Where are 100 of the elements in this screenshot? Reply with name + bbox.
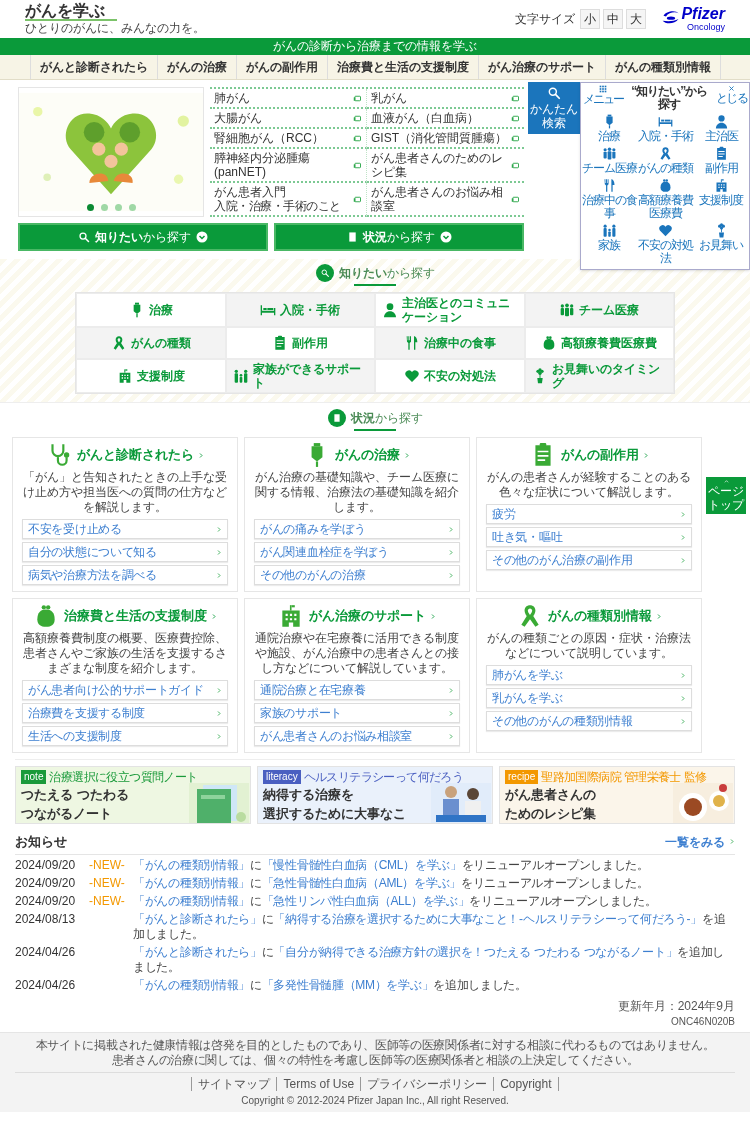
topic-link[interactable]: 家族ができるサポート xyxy=(225,359,375,393)
font-size-button[interactable]: 中 xyxy=(603,9,624,29)
quick-search-link[interactable]: 治療 xyxy=(581,114,637,143)
site-logo[interactable]: がんを学ぶ xyxy=(25,2,117,21)
font-size-button[interactable]: 小 xyxy=(580,9,601,29)
nav-link[interactable]: 治療費と生活の支援制度 xyxy=(327,55,479,79)
quick-search-link[interactable]: 治療中の食事 xyxy=(581,178,637,220)
topic-link[interactable]: 支援制度 xyxy=(76,359,226,393)
search-button[interactable]: 知りたいから探す xyxy=(18,223,268,251)
card-title-link[interactable]: がんと診断されたら xyxy=(77,445,204,465)
cancer-type-link[interactable]: がん患者さんのお悩み相談室 xyxy=(367,183,524,217)
news-link[interactable]: 「納得する治療を選択するために大事なこと！-ヘルスリテラシーって何だろう-」 xyxy=(273,911,702,926)
card-link[interactable]: 吐き気・嘔吐 xyxy=(486,527,692,547)
cancer-type-link[interactable]: がん患者入門 入院・治療・手術のこと xyxy=(210,183,367,217)
card-link[interactable]: その他のがんの種類別情報 xyxy=(486,711,692,731)
card-link[interactable]: 生活への支援制度 xyxy=(22,726,228,746)
footer-link[interactable]: サイトマップ xyxy=(192,1076,278,1091)
cancer-type-link[interactable]: 血液がん（白血病） xyxy=(367,109,524,129)
new-label: -NEW- xyxy=(89,857,125,872)
news-link[interactable]: 「がんの種類別情報」 xyxy=(133,857,250,872)
news-link[interactable]: 「がんの種類別情報」 xyxy=(133,893,250,908)
card-link[interactable]: その他のがん治療の副作用 xyxy=(486,550,692,570)
card-link[interactable]: 病気や治療方法を調べる xyxy=(22,565,228,585)
cancer-type-link[interactable]: 肺がん xyxy=(210,89,367,109)
topic-link[interactable]: 入院・手術 xyxy=(225,293,375,327)
card-link[interactable]: 乳がんを学ぶ xyxy=(486,688,692,708)
news-link[interactable]: 「がんの種類別情報」 xyxy=(133,875,250,890)
banner-title: つたえる つたわる xyxy=(21,786,129,804)
close-button[interactable]: とじる xyxy=(715,85,747,105)
topic-link[interactable]: 治療中の食事 xyxy=(375,327,525,359)
nav-link[interactable]: がん治療のサポート xyxy=(478,55,606,79)
topic-link[interactable]: 副作用 xyxy=(225,327,375,359)
page-top-button[interactable]: ページトップ xyxy=(706,477,746,514)
quick-search-link[interactable]: がんの種類 xyxy=(637,146,693,175)
quick-search-link[interactable]: お見舞い xyxy=(693,223,749,265)
font-size-button[interactable]: 大 xyxy=(626,9,647,29)
news-link[interactable]: 「多発性骨髄腫（MM）を学ぶ」 xyxy=(261,977,434,992)
footer-link[interactable]: プライバシーポリシー xyxy=(361,1076,495,1091)
quick-search-link[interactable]: 不安の対処法 xyxy=(637,223,693,265)
topic-link[interactable]: お見舞いのタイミング xyxy=(524,359,674,393)
card-title-link[interactable]: がんの治療 xyxy=(335,445,410,465)
news-link[interactable]: 「急性骨髄性白血病（AML）を学ぶ」 xyxy=(261,875,461,890)
card-link[interactable]: 家族のサポート xyxy=(254,703,460,723)
menu-button[interactable]: メニュー xyxy=(583,85,623,106)
card-link[interactable]: がんの痛みを学ぼう xyxy=(254,519,460,539)
cancer-type-link[interactable]: がん患者さんのためのレシピ集 xyxy=(367,149,524,183)
card-link[interactable]: 不安を受け止める xyxy=(22,519,228,539)
quick-search-link[interactable]: 高額療養費医療費 xyxy=(637,178,693,220)
quick-search-link[interactable]: 支援制度 xyxy=(693,178,749,220)
card-link[interactable]: 治療費を支援する制度 xyxy=(22,703,228,723)
card-link[interactable]: 自分の状態について知る xyxy=(22,542,228,562)
quick-search-tab[interactable]: かんたん検索 xyxy=(528,82,580,134)
banner-link[interactable]: recipe 聖路加国際病院 管理栄養士 監修 がん患者さんの ためのレシピ集 xyxy=(499,766,735,824)
banner-link[interactable]: note 治療選択に役立つ質問ノート つたえる つたわる つながるノート xyxy=(15,766,251,824)
nav-link[interactable]: がんと診断されたら xyxy=(30,55,158,79)
cancer-type-link[interactable]: 膵神経内分泌腫瘍(panNET) xyxy=(210,149,367,183)
topic-link[interactable]: 不安の対処法 xyxy=(375,359,525,393)
news-link[interactable]: 「急性リンパ性白血病（ALL）を学ぶ」 xyxy=(261,893,470,908)
chevron-right-icon xyxy=(680,717,686,725)
view-all-link[interactable]: 一覧をみる xyxy=(665,832,735,851)
cancer-type-link[interactable]: 乳がん xyxy=(367,89,524,109)
card-link[interactable]: 通院治療と在宅療養 xyxy=(254,680,460,700)
card-link[interactable]: 肺がんを学ぶ xyxy=(486,665,692,685)
topic-link[interactable]: 治療 xyxy=(76,293,226,327)
banner-subtitle: 治療選択に役立つ質問ノート xyxy=(49,770,198,784)
nav-link[interactable]: がんの副作用 xyxy=(236,55,328,79)
quick-search-link[interactable]: 家族 xyxy=(581,223,637,265)
quick-search-link[interactable]: 副作用 xyxy=(693,146,749,175)
topic-link[interactable]: 高額療養費医療費 xyxy=(524,327,674,359)
search-button[interactable]: 状況から探す xyxy=(274,223,524,251)
footer-link[interactable]: Terms of Use xyxy=(277,1076,362,1091)
topic-link[interactable]: がんの種類 xyxy=(76,327,226,359)
topic-link[interactable]: 主治医とのコミュニケーション xyxy=(375,293,525,327)
card-title-link[interactable]: がん治療のサポート xyxy=(309,606,436,626)
news-date: 2024/09/20 xyxy=(15,893,77,909)
news-link[interactable]: 「がんと診断されたら」 xyxy=(133,944,262,959)
card-link[interactable]: その他のがんの治療 xyxy=(254,565,460,585)
news-link[interactable]: 「慢性骨髄性白血病（CML）を学ぶ」 xyxy=(261,857,462,872)
card-link[interactable]: がん患者さんのお悩み相談室 xyxy=(254,726,460,746)
banner-link[interactable]: literacy ヘルスリテラシーって何だろう 納得する治療を 選択するために大事なこ xyxy=(257,766,493,824)
card-title-link[interactable]: がんの種類別情報 xyxy=(547,606,662,626)
card-title-link[interactable]: 治療費と生活の支援制度 xyxy=(64,606,217,626)
news-link[interactable]: 「がんの種類別情報」 xyxy=(133,977,250,992)
card-title-link[interactable]: がんの副作用 xyxy=(560,445,649,465)
footer-link[interactable]: Copyright xyxy=(494,1076,559,1091)
quick-search-link[interactable]: 入院・手術 xyxy=(637,114,693,143)
news-link[interactable]: 「がんと診断されたら」 xyxy=(133,911,262,926)
quick-search-link[interactable]: 主治医 xyxy=(693,114,749,143)
cancer-type-link[interactable]: 腎細胞がん（RCC） xyxy=(210,129,367,149)
font-size-label: 文字サイズ xyxy=(515,11,576,28)
card-link[interactable]: がん関連血栓症を学ぼう xyxy=(254,542,460,562)
news-link[interactable]: 「自分が納得できる治療方針の選択を！つたえる つたわる つながるノート」 xyxy=(273,944,678,959)
quick-search-link[interactable]: チーム医療 xyxy=(581,146,637,175)
card-link[interactable]: 疲労 xyxy=(486,504,692,524)
topic-link[interactable]: チーム医療 xyxy=(524,293,674,327)
cancer-type-link[interactable]: 大腸がん xyxy=(210,109,367,129)
cancer-type-link[interactable]: GIST（消化管間質腫瘍） xyxy=(367,129,524,149)
card-link[interactable]: がん患者向け公的サポートガイド xyxy=(22,680,228,700)
nav-link[interactable]: がんの種類別情報 xyxy=(605,55,721,79)
nav-link[interactable]: がんの治療 xyxy=(157,55,237,79)
